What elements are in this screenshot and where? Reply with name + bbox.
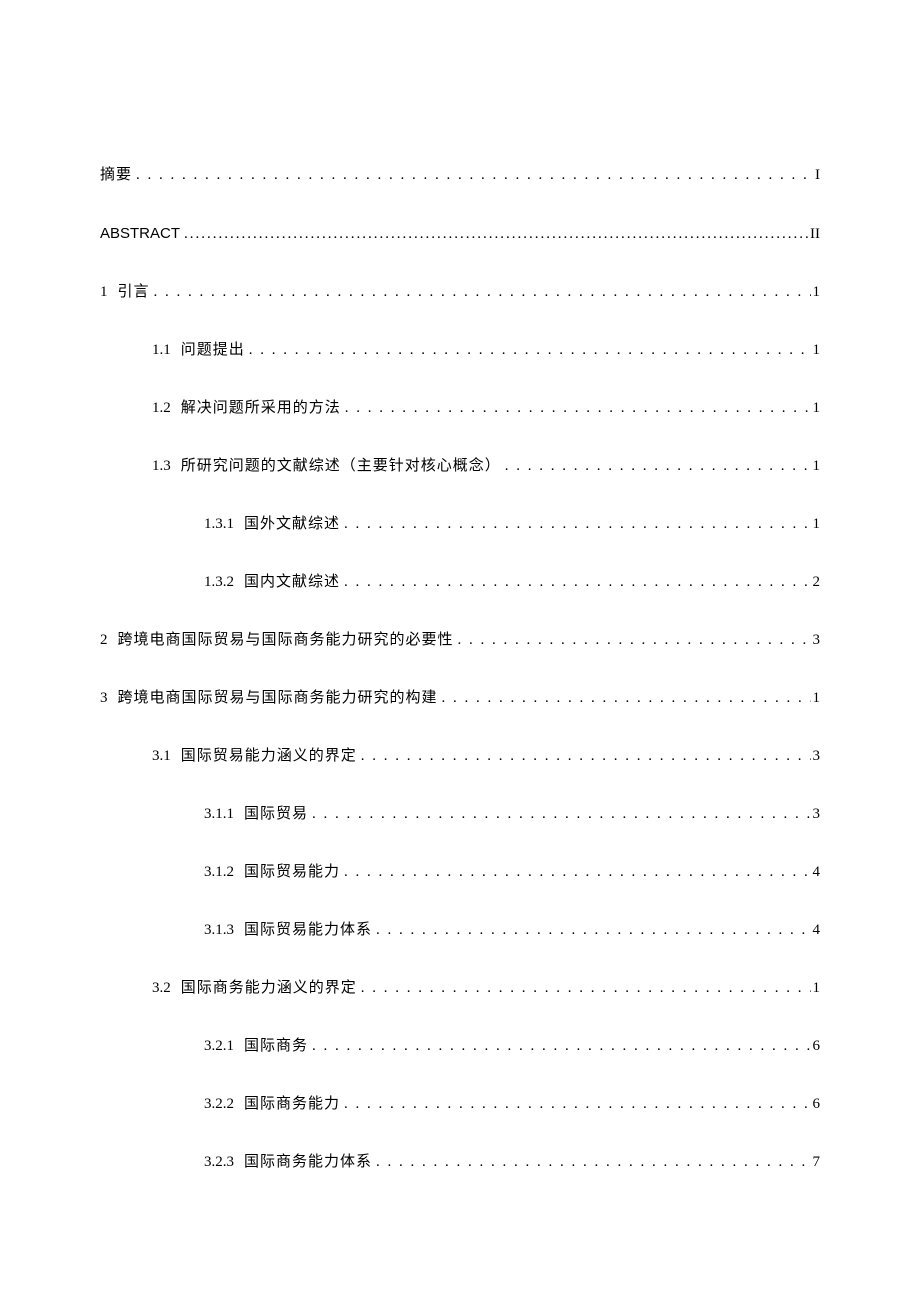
toc-title: 国际商务能力体系 bbox=[244, 1152, 372, 1173]
toc-entry: 1.1 问题提出 1 bbox=[152, 340, 820, 361]
toc-page-number: I bbox=[813, 165, 820, 186]
toc-number: 3.2.2 bbox=[204, 1094, 234, 1115]
toc-leader-dots bbox=[357, 978, 811, 999]
toc-title: 跨境电商国际贸易与国际商务能力研究的构建 bbox=[118, 688, 438, 709]
toc-entry: 1 引言 1 bbox=[100, 282, 820, 303]
toc-leader-dots bbox=[245, 340, 811, 361]
toc-page-number: 4 bbox=[811, 920, 821, 941]
toc-title: 国内文献综述 bbox=[244, 572, 340, 593]
toc-entry: 3.1.1 国际贸易 3 bbox=[204, 804, 820, 825]
toc-entry: 3.1.2 国际贸易能力 4 bbox=[204, 862, 820, 883]
toc-title: 跨境电商国际贸易与国际商务能力研究的必要性 bbox=[118, 630, 454, 651]
toc-page-number: 3 bbox=[811, 630, 821, 651]
toc-leader-dots bbox=[180, 224, 808, 245]
toc-title: 国外文献综述 bbox=[244, 514, 340, 535]
toc-entry: 2 跨境电商国际贸易与国际商务能力研究的必要性 3 bbox=[100, 630, 820, 651]
toc-page-number: 1 bbox=[811, 688, 821, 709]
toc-number: 1.1 bbox=[152, 340, 171, 361]
toc-page-number: II bbox=[808, 224, 820, 245]
toc-number: 3.2 bbox=[152, 978, 171, 999]
toc-page-number: 1 bbox=[811, 978, 821, 999]
toc-page-number: 6 bbox=[811, 1036, 821, 1057]
toc-title: 所研究问题的文献综述（主要针对核心概念） bbox=[181, 456, 501, 477]
toc-title: 引言 bbox=[118, 282, 150, 303]
toc-leader-dots bbox=[340, 514, 810, 535]
toc-entry: ABSTRACT II bbox=[100, 223, 820, 245]
toc-entry: 摘要 I bbox=[100, 165, 820, 186]
toc-page-number: 3 bbox=[811, 746, 821, 767]
toc-leader-dots bbox=[372, 920, 810, 941]
toc-number: 2 bbox=[100, 630, 108, 651]
toc-page-number: 3 bbox=[811, 804, 821, 825]
toc-title: 国际商务 bbox=[244, 1036, 308, 1057]
toc-number: 3.1.1 bbox=[204, 804, 234, 825]
toc-leader-dots bbox=[340, 572, 810, 593]
toc-title: 国际贸易能力涵义的界定 bbox=[181, 746, 357, 767]
toc-leader-dots bbox=[438, 688, 811, 709]
toc-page-number: 1 bbox=[811, 340, 821, 361]
toc-leader-dots bbox=[132, 165, 813, 186]
toc-entry: 1.3.1 国外文献综述 1 bbox=[204, 514, 820, 535]
toc-number: 3.1.2 bbox=[204, 862, 234, 883]
toc-page-number: 1 bbox=[811, 514, 821, 535]
toc-leader-dots bbox=[341, 398, 811, 419]
toc-entry: 3.2.2 国际商务能力 6 bbox=[204, 1094, 820, 1115]
toc-title: 国际商务能力涵义的界定 bbox=[181, 978, 357, 999]
toc-title: 国际商务能力 bbox=[244, 1094, 340, 1115]
toc-leader-dots bbox=[454, 630, 811, 651]
toc-page-number: 2 bbox=[811, 572, 821, 593]
toc-leader-dots bbox=[150, 282, 811, 303]
toc-entry: 3 跨境电商国际贸易与国际商务能力研究的构建 1 bbox=[100, 688, 820, 709]
toc-number: 3.2.3 bbox=[204, 1152, 234, 1173]
toc-page-number: 4 bbox=[811, 862, 821, 883]
toc-title: ABSTRACT bbox=[100, 223, 180, 244]
toc-entry: 1.3.2 国内文献综述 2 bbox=[204, 572, 820, 593]
toc-number: 1.3 bbox=[152, 456, 171, 477]
toc-page-number: 7 bbox=[811, 1152, 821, 1173]
toc-number: 1 bbox=[100, 282, 108, 303]
toc-entry: 3.2 国际商务能力涵义的界定 1 bbox=[152, 978, 820, 999]
toc-page-number: 1 bbox=[811, 398, 821, 419]
toc-number: 3.1.3 bbox=[204, 920, 234, 941]
toc-entry: 3.2.3 国际商务能力体系 7 bbox=[204, 1152, 820, 1173]
toc-entry: 1.3 所研究问题的文献综述（主要针对核心概念） 1 bbox=[152, 456, 820, 477]
toc-number: 3.2.1 bbox=[204, 1036, 234, 1057]
toc-leader-dots bbox=[308, 804, 810, 825]
toc-title: 国际贸易能力体系 bbox=[244, 920, 372, 941]
toc-leader-dots bbox=[357, 746, 811, 767]
toc-entry: 3.2.1 国际商务 6 bbox=[204, 1036, 820, 1057]
toc-page-number: 1 bbox=[811, 456, 821, 477]
toc-leader-dots bbox=[501, 456, 811, 477]
toc-title: 国际贸易 bbox=[244, 804, 308, 825]
toc-leader-dots bbox=[308, 1036, 810, 1057]
toc-leader-dots bbox=[372, 1152, 810, 1173]
toc-title: 解决问题所采用的方法 bbox=[181, 398, 341, 419]
table-of-contents: 摘要IABSTRACTII1引言11.1问题提出11.2解决问题所采用的方法11… bbox=[100, 165, 820, 1173]
toc-page-number: 6 bbox=[811, 1094, 821, 1115]
toc-number: 1.3.1 bbox=[204, 514, 234, 535]
toc-number: 3 bbox=[100, 688, 108, 709]
toc-title: 国际贸易能力 bbox=[244, 862, 340, 883]
toc-entry: 3.1.3 国际贸易能力体系 4 bbox=[204, 920, 820, 941]
toc-entry: 1.2 解决问题所采用的方法 1 bbox=[152, 398, 820, 419]
toc-number: 1.3.2 bbox=[204, 572, 234, 593]
toc-leader-dots bbox=[340, 862, 810, 883]
toc-number: 3.1 bbox=[152, 746, 171, 767]
toc-page-number: 1 bbox=[811, 282, 821, 303]
toc-title: 问题提出 bbox=[181, 340, 245, 361]
toc-title: 摘要 bbox=[100, 165, 132, 186]
toc-entry: 3.1 国际贸易能力涵义的界定 3 bbox=[152, 746, 820, 767]
toc-number: 1.2 bbox=[152, 398, 171, 419]
toc-leader-dots bbox=[340, 1094, 810, 1115]
